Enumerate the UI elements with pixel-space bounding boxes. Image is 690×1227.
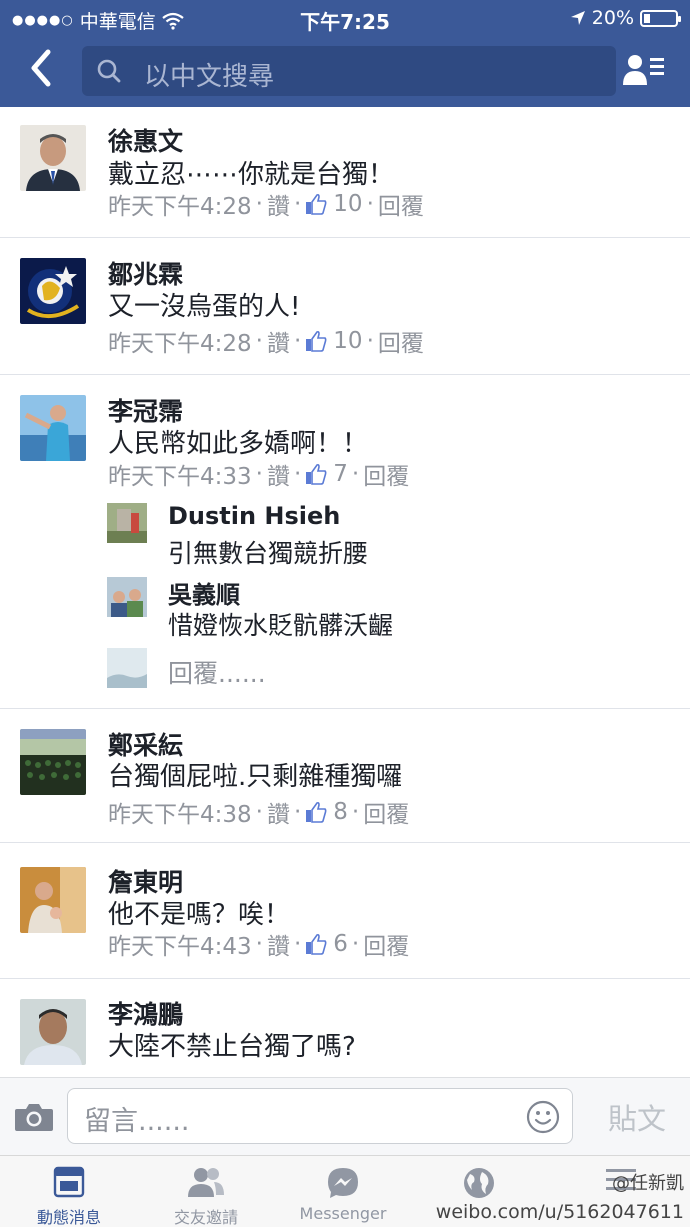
comment-text: 台獨個屁啦.只剩雜種獨囉 (108, 762, 403, 792)
avatar[interactable] (20, 867, 86, 933)
search-input[interactable]: 以中文搜尋 (144, 56, 274, 93)
reply-avatar[interactable] (107, 503, 147, 543)
back-button[interactable] (28, 48, 60, 92)
avatar[interactable] (20, 999, 86, 1065)
reply-button[interactable]: 回覆 (363, 927, 409, 961)
profile-photo (20, 395, 86, 461)
profile-photo (20, 125, 86, 191)
camera-icon (15, 1104, 53, 1131)
like-button[interactable]: 讚 (267, 795, 290, 829)
commenter-name[interactable]: 徐惠文 (108, 122, 183, 158)
comment-time[interactable]: 昨天下午4:28 (108, 187, 252, 221)
profile-photo (20, 729, 86, 795)
search-icon (97, 59, 121, 83)
like-count[interactable]: 8 (333, 799, 348, 825)
comment-input-placeholder: 留言...... (84, 1106, 190, 1137)
thumbs-up-icon (306, 193, 327, 215)
comment-meta: 昨天下午4:43 · 讚 · 6 · 回覆 (108, 927, 409, 961)
tab-news-feed[interactable]: 動態消息 (0, 1156, 138, 1227)
tab-friend-requests[interactable]: 交友邀請 (137, 1156, 275, 1227)
comment-time[interactable]: 昨天下午4:43 (108, 927, 252, 961)
profile-photo (107, 577, 147, 617)
comment-text: 人民幣如此多嬌啊！！ (108, 429, 369, 459)
status-bar: ●●●●○ 中華電信 下午7:25 20% (0, 0, 690, 36)
tab-messenger[interactable]: Messenger (274, 1156, 412, 1227)
like-count[interactable]: 10 (333, 191, 362, 217)
comment-text: 又一沒烏蛋的人! (108, 292, 301, 322)
comment-input[interactable]: 留言...... (67, 1088, 573, 1144)
person-list-icon (623, 55, 664, 85)
avatar[interactable] (20, 395, 86, 461)
reply-author-name[interactable]: 吳義順 (168, 575, 240, 610)
avatar[interactable] (20, 729, 86, 795)
reply-button[interactable]: 回覆 (378, 187, 424, 221)
thumbs-up-icon (306, 330, 327, 352)
reply-button[interactable]: 回覆 (378, 324, 424, 358)
like-button[interactable]: 讚 (267, 457, 290, 491)
friend-requests-icon (188, 1168, 224, 1197)
like-button[interactable]: 讚 (267, 187, 290, 221)
comment-item: 鄭采紜 台獨個屁啦.只剩雜種獨囉 昨天下午4:38 · 讚 · 8 · 回覆 (0, 709, 690, 843)
reply-text: 引無數台獨競折腰 (168, 539, 369, 568)
comment-item: 李冠霈 人民幣如此多嬌啊！！ 昨天下午4:33 · 讚 · 7 · 回覆 Dus… (0, 375, 690, 709)
avatar[interactable] (20, 258, 86, 324)
profile-photo (20, 867, 86, 933)
friends-list-button[interactable] (622, 52, 666, 88)
profile-photo (107, 648, 147, 688)
comment-time[interactable]: 昨天下午4:33 (108, 457, 252, 491)
messenger-icon (328, 1168, 358, 1198)
profile-photo (107, 503, 147, 543)
battery-icon (640, 9, 681, 27)
watermark-url: weibo.com/u/5162047611 (435, 1201, 684, 1223)
my-avatar (107, 648, 147, 688)
tab-label: 動態消息 (36, 1208, 101, 1227)
thumbs-up-icon (306, 933, 327, 955)
comment-text: 戴立忍⋯⋯你就是台獨！ (108, 160, 395, 190)
comment-item: 李鴻鵬 大陸不禁止台獨了嗎? (0, 979, 690, 1077)
camera-button[interactable] (14, 1102, 54, 1136)
like-count[interactable]: 6 (333, 931, 348, 957)
chevron-left-icon (31, 49, 51, 87)
avatar[interactable] (20, 125, 86, 191)
comment-item: 詹東明 他不是嗎？唉！ 昨天下午4:43 · 讚 · 6 · 回覆 (0, 843, 690, 979)
reply-author-name[interactable]: Dustin Hsieh (168, 502, 340, 530)
emoji-icon[interactable] (526, 1100, 560, 1134)
tab-label: Messenger (299, 1204, 387, 1223)
reply-input-prompt[interactable]: 回覆...... (168, 654, 266, 690)
comment-time[interactable]: 昨天下午4:28 (108, 324, 252, 358)
like-button[interactable]: 讚 (267, 324, 290, 358)
thumbs-up-icon (306, 463, 327, 485)
battery-percent: 20% (591, 7, 634, 29)
news-feed-icon (53, 1166, 85, 1198)
tab-bar: 動態消息 交友邀請 Messenger @任新凱 weibo.com/u/516… (0, 1155, 690, 1227)
profile-photo (20, 999, 86, 1065)
comment-meta: 昨天下午4:28 · 讚 · 10 · 回覆 (108, 324, 424, 358)
reply-avatar[interactable] (107, 577, 147, 617)
reply-button[interactable]: 回覆 (363, 457, 409, 491)
like-count[interactable]: 10 (333, 328, 362, 354)
comment-meta: 昨天下午4:33 · 讚 · 7 · 回覆 (108, 457, 409, 491)
notifications-globe-icon (464, 1168, 494, 1198)
like-count[interactable]: 7 (333, 461, 348, 487)
comment-text: 大陸不禁止台獨了嗎? (108, 1032, 356, 1062)
location-arrow-icon (570, 11, 585, 25)
post-button[interactable]: 貼文 (608, 1096, 666, 1138)
watermark-handle: @任新凱 (612, 1173, 684, 1194)
comment-meta: 昨天下午4:28 · 讚 · 10 · 回覆 (108, 187, 424, 221)
reply-button[interactable]: 回覆 (363, 795, 409, 829)
tab-label: 交友邀請 (173, 1208, 238, 1227)
comment-composer: 留言...... 貼文 (0, 1077, 690, 1155)
thumbs-up-icon (306, 801, 327, 823)
comment-meta: 昨天下午4:38 · 讚 · 8 · 回覆 (108, 795, 409, 829)
comment-text: 他不是嗎？唉！ (108, 900, 291, 930)
like-button[interactable]: 讚 (267, 927, 290, 961)
profile-photo (20, 258, 86, 324)
search-bar[interactable]: 以中文搜尋 (82, 46, 616, 96)
comment-item: 鄒兆霖 又一沒烏蛋的人! 昨天下午4:28 · 讚 · 10 · 回覆 (0, 238, 690, 375)
top-bar: ●●●●○ 中華電信 下午7:25 20% 以中文搜尋 (0, 0, 690, 107)
reply-text: 惜嬁恢水貶骯髒沃齷 (168, 611, 394, 640)
comment-item: 徐惠文 戴立忍⋯⋯你就是台獨！ 昨天下午4:28 · 讚 · 10 · 回覆 (0, 107, 690, 238)
comment-time[interactable]: 昨天下午4:38 (108, 795, 252, 829)
